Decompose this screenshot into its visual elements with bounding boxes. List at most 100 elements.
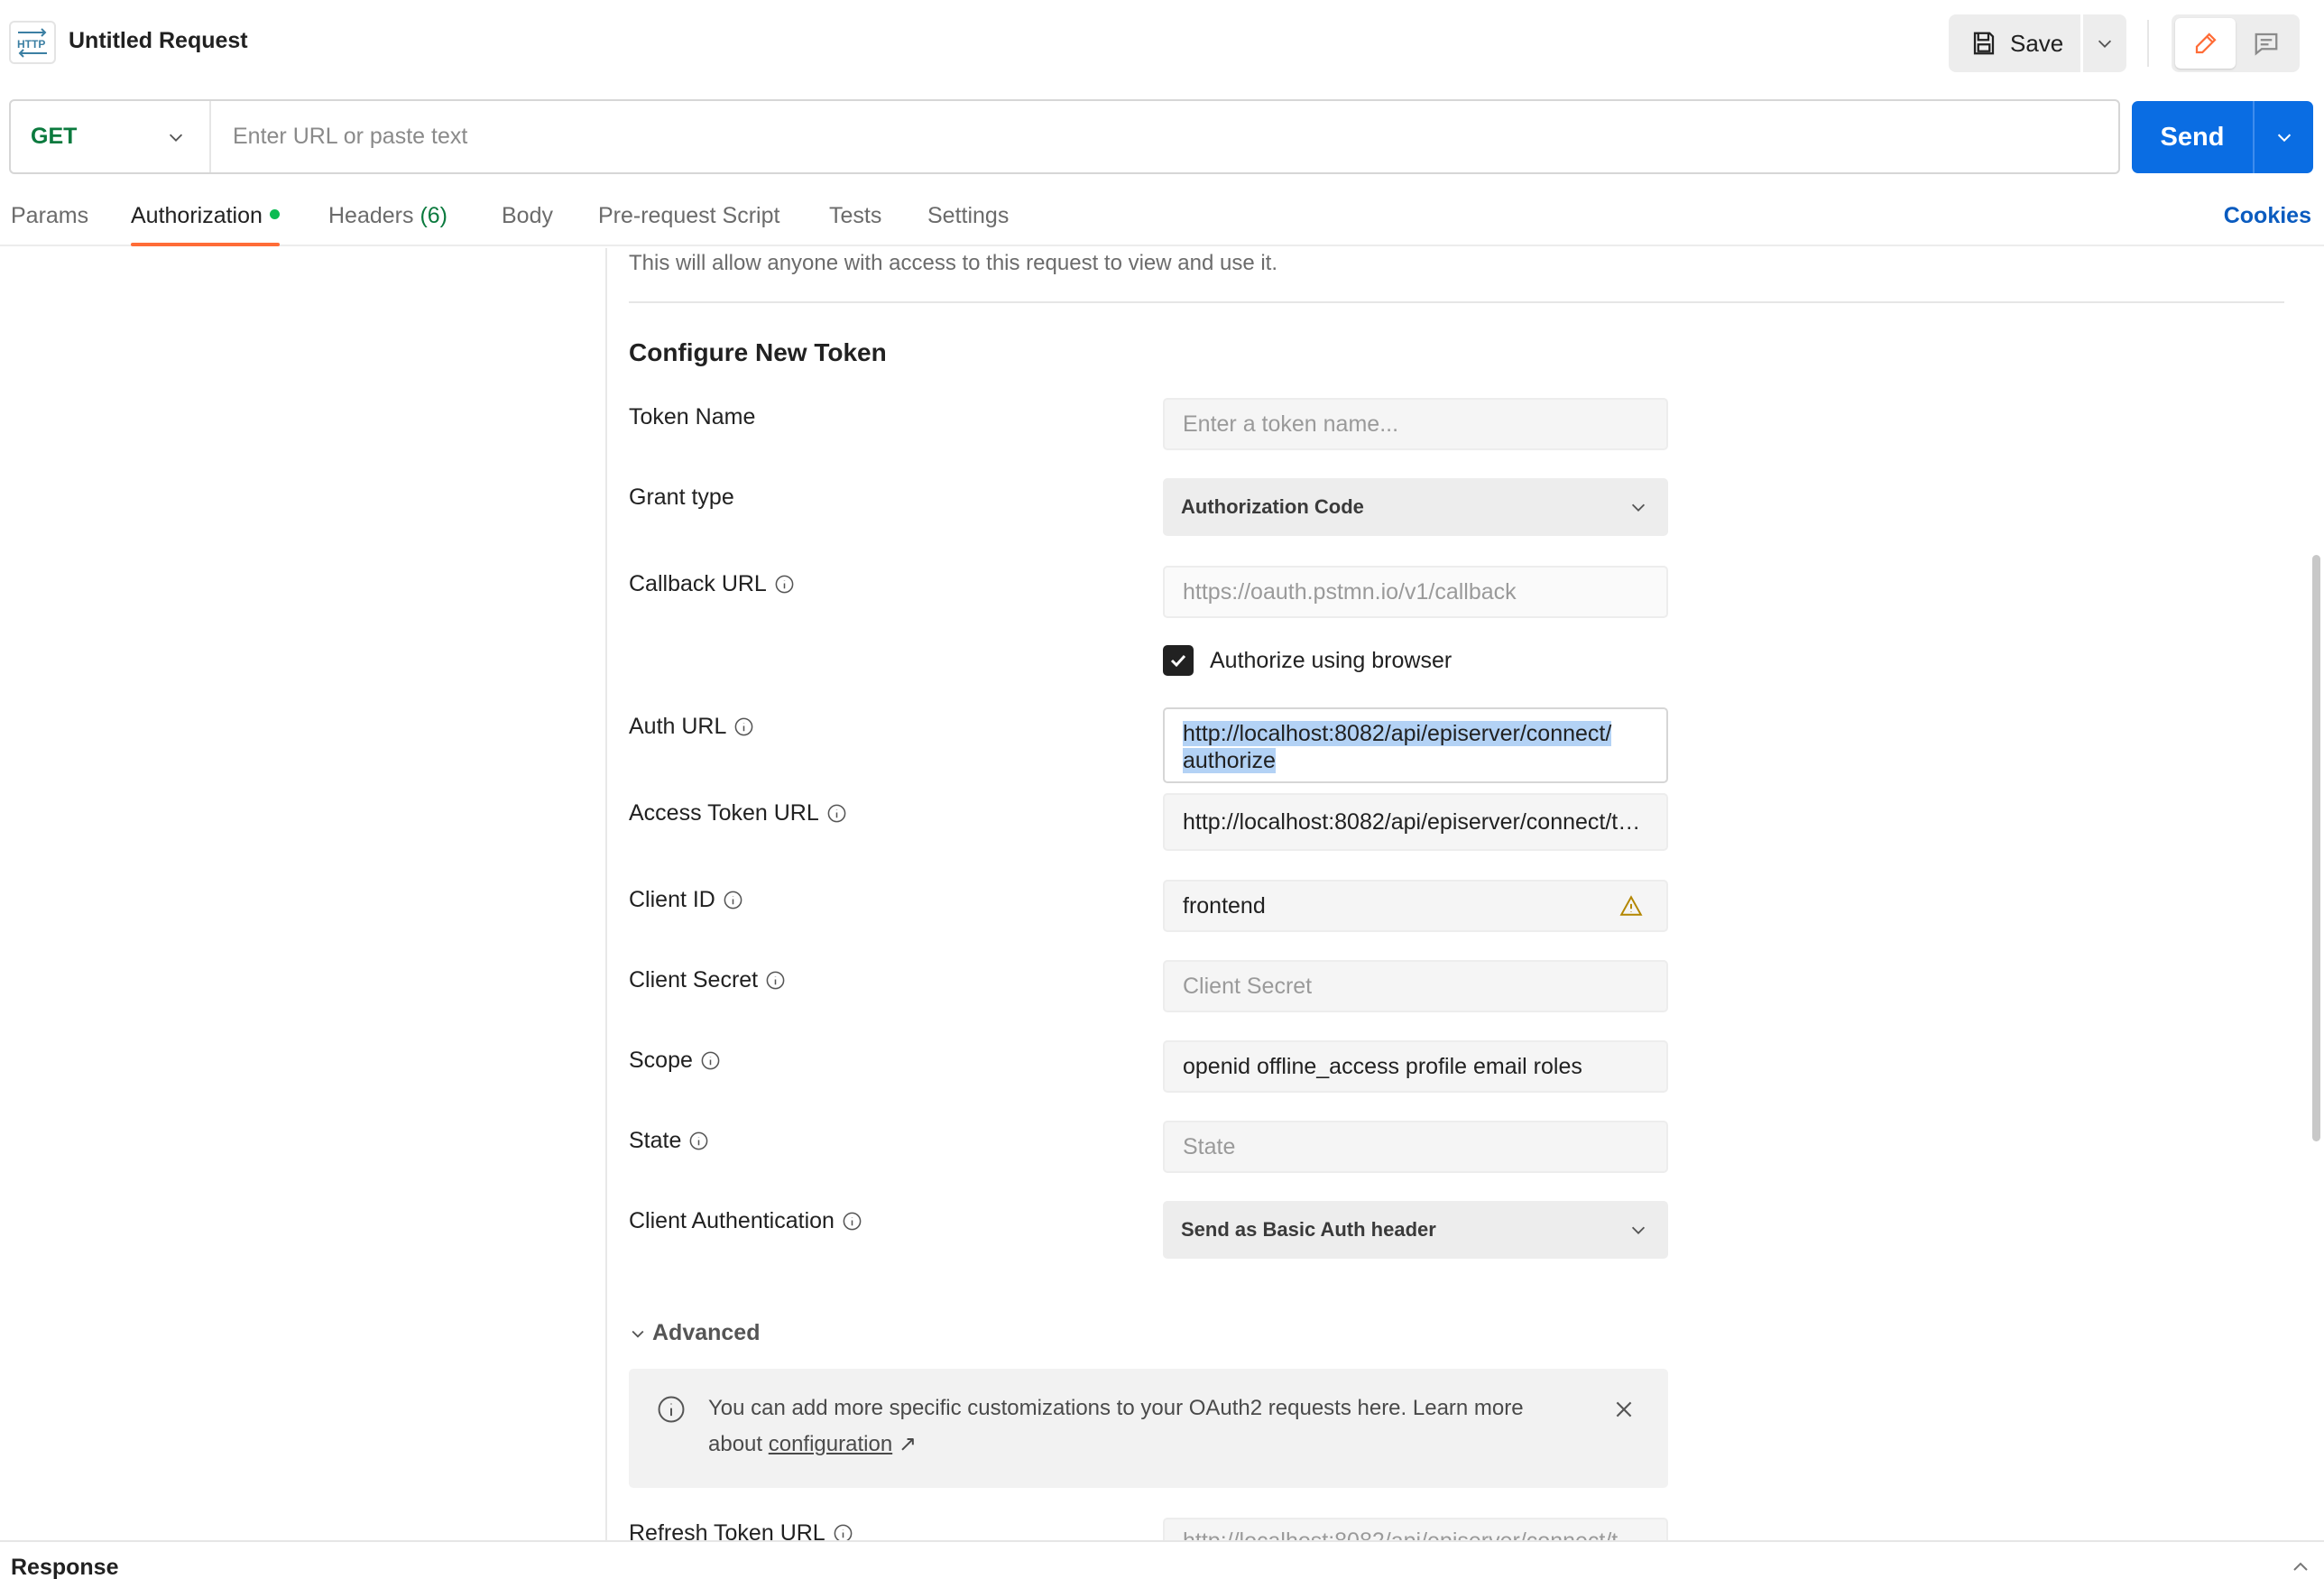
chevron-down-icon [2277, 134, 2291, 143]
client-auth-select[interactable]: Send as Basic Auth header [1163, 1201, 1668, 1259]
client-id-value: frontend [1183, 892, 1266, 919]
section-title: Configure New Token [629, 338, 887, 366]
info-icon[interactable] [842, 1211, 862, 1232]
chevron-down-icon [1631, 1226, 1646, 1234]
tab-authorization[interactable]: Authorization [131, 203, 280, 246]
scope-value: openid offline_access profile email role… [1183, 1053, 1582, 1079]
info-icon [658, 1396, 685, 1423]
tab-settings[interactable]: Settings [927, 203, 1009, 246]
scope-label: Scope [629, 1048, 721, 1074]
auth-url-line1: http://localhost:8082/api/episerver/conn… [1183, 721, 1612, 746]
refresh-token-url-field[interactable]: http://localhost:8082/api/episerver/conn… [1163, 1518, 1668, 1540]
advanced-toggle[interactable]: Advanced [629, 1320, 760, 1346]
tab-body[interactable]: Body [502, 203, 553, 246]
access-token-url-field[interactable]: http://localhost:8082/api/episerver/conn… [1163, 793, 1668, 851]
pane-divider[interactable] [605, 248, 607, 1540]
authorize-browser-row[interactable]: Authorize using browser [1163, 645, 1452, 676]
auth-url-label: Auth URL [629, 714, 754, 740]
save-button[interactable]: Save [1949, 14, 2080, 72]
cookies-link[interactable]: Cookies [2224, 203, 2311, 229]
label-text: Scope [629, 1048, 693, 1073]
tab-label: Body [502, 203, 553, 228]
label-text: Access Token URL [629, 800, 819, 826]
response-panel-header[interactable]: Response [0, 1540, 2324, 1579]
content-scrollbar[interactable] [2310, 248, 2324, 1540]
tab-label: Headers [328, 203, 414, 228]
response-label: Response [11, 1555, 119, 1579]
info-icon[interactable] [733, 716, 754, 737]
share-note: This will allow anyone with access to th… [629, 251, 1278, 275]
method-label: GET [31, 124, 78, 149]
authorize-browser-label: Authorize using browser [1210, 647, 1452, 673]
info-icon[interactable] [688, 1131, 709, 1151]
token-name-field[interactable] [1163, 398, 1668, 450]
http-request-icon: HTTP [9, 21, 56, 64]
close-icon[interactable] [1610, 1396, 1637, 1423]
token-name-input[interactable] [1183, 411, 1666, 438]
tab-params[interactable]: Params [11, 203, 88, 246]
header-divider [2147, 20, 2149, 67]
tab-label: Pre-request Script [598, 203, 780, 228]
method-select[interactable]: GET [11, 101, 211, 172]
info-icon[interactable] [826, 803, 847, 824]
scope-field[interactable]: openid offline_access profile email role… [1163, 1040, 1668, 1093]
label-text: Client Secret [629, 967, 759, 993]
tab-tests[interactable]: Tests [829, 203, 881, 246]
send-options-button[interactable] [2253, 101, 2313, 173]
section-divider [629, 301, 2284, 303]
client-id-field[interactable]: frontend [1163, 880, 1668, 932]
info-icon[interactable] [765, 970, 786, 991]
url-bar: GET [9, 99, 2120, 174]
tab-headers[interactable]: Headers (6) [328, 203, 447, 246]
token-name-label: Token Name [629, 404, 755, 430]
edit-mode-button[interactable] [2175, 18, 2236, 69]
save-options-button[interactable] [2083, 14, 2126, 72]
banner-text: You can add more specific customizations… [708, 1390, 1574, 1463]
state-field[interactable] [1163, 1121, 1668, 1173]
url-input[interactable] [211, 101, 2118, 172]
auth-url-field[interactable]: http://localhost:8082/api/episerver/conn… [1163, 707, 1668, 783]
chevron-down-icon [632, 1330, 644, 1338]
label-text: Client Authentication [629, 1208, 835, 1233]
info-icon[interactable] [774, 574, 795, 595]
state-input[interactable] [1183, 1133, 1666, 1160]
label-text: Client ID [629, 887, 715, 912]
scrollbar-thumb[interactable] [2312, 555, 2320, 1141]
state-label: State [629, 1128, 709, 1154]
label-text: Callback URL [629, 571, 767, 596]
info-icon[interactable] [833, 1523, 853, 1540]
info-icon[interactable] [700, 1050, 721, 1071]
send-button[interactable]: Send [2132, 101, 2253, 173]
configuration-link[interactable]: configuration [769, 1432, 892, 1456]
warning-icon[interactable] [1619, 894, 1643, 918]
label-text: Token Name [629, 404, 756, 429]
info-icon[interactable] [723, 890, 743, 910]
request-title[interactable]: Untitled Request [69, 28, 248, 54]
grant-type-value: Authorization Code [1181, 495, 1364, 518]
chevron-down-icon [169, 134, 183, 142]
chevron-up-icon[interactable] [2290, 1556, 2311, 1578]
label-text: State [629, 1128, 682, 1153]
grant-type-select[interactable]: Authorization Code [1163, 478, 1668, 536]
tab-label: Tests [829, 203, 882, 228]
save-icon [1973, 32, 1995, 55]
authorize-browser-checkbox[interactable] [1163, 645, 1194, 676]
label-text: Refresh Token URL [629, 1520, 825, 1540]
callback-url-field[interactable] [1163, 566, 1668, 618]
tab-label: Settings [927, 203, 1010, 228]
chevron-down-icon [1631, 503, 1646, 512]
oauth2-config-panel: This will allow anyone with access to th… [629, 248, 2284, 1540]
callback-url-input[interactable] [1183, 578, 1666, 605]
tab-prerequest-script[interactable]: Pre-request Script [598, 203, 779, 246]
client-auth-label: Client Authentication [629, 1208, 862, 1234]
advanced-label: Advanced [652, 1320, 761, 1345]
refresh-token-url-value: http://localhost:8082/api/episerver/conn… [1183, 1528, 1618, 1540]
comment-icon [2255, 32, 2277, 56]
client-secret-input[interactable] [1183, 973, 1666, 1000]
advanced-info-banner: You can add more specific customizations… [629, 1369, 1668, 1488]
active-indicator-dot [269, 208, 280, 219]
comments-mode-button[interactable] [2236, 18, 2296, 69]
client-secret-label: Client Secret [629, 967, 786, 993]
label-text: Grant type [629, 485, 734, 510]
client-secret-field[interactable] [1163, 960, 1668, 1012]
